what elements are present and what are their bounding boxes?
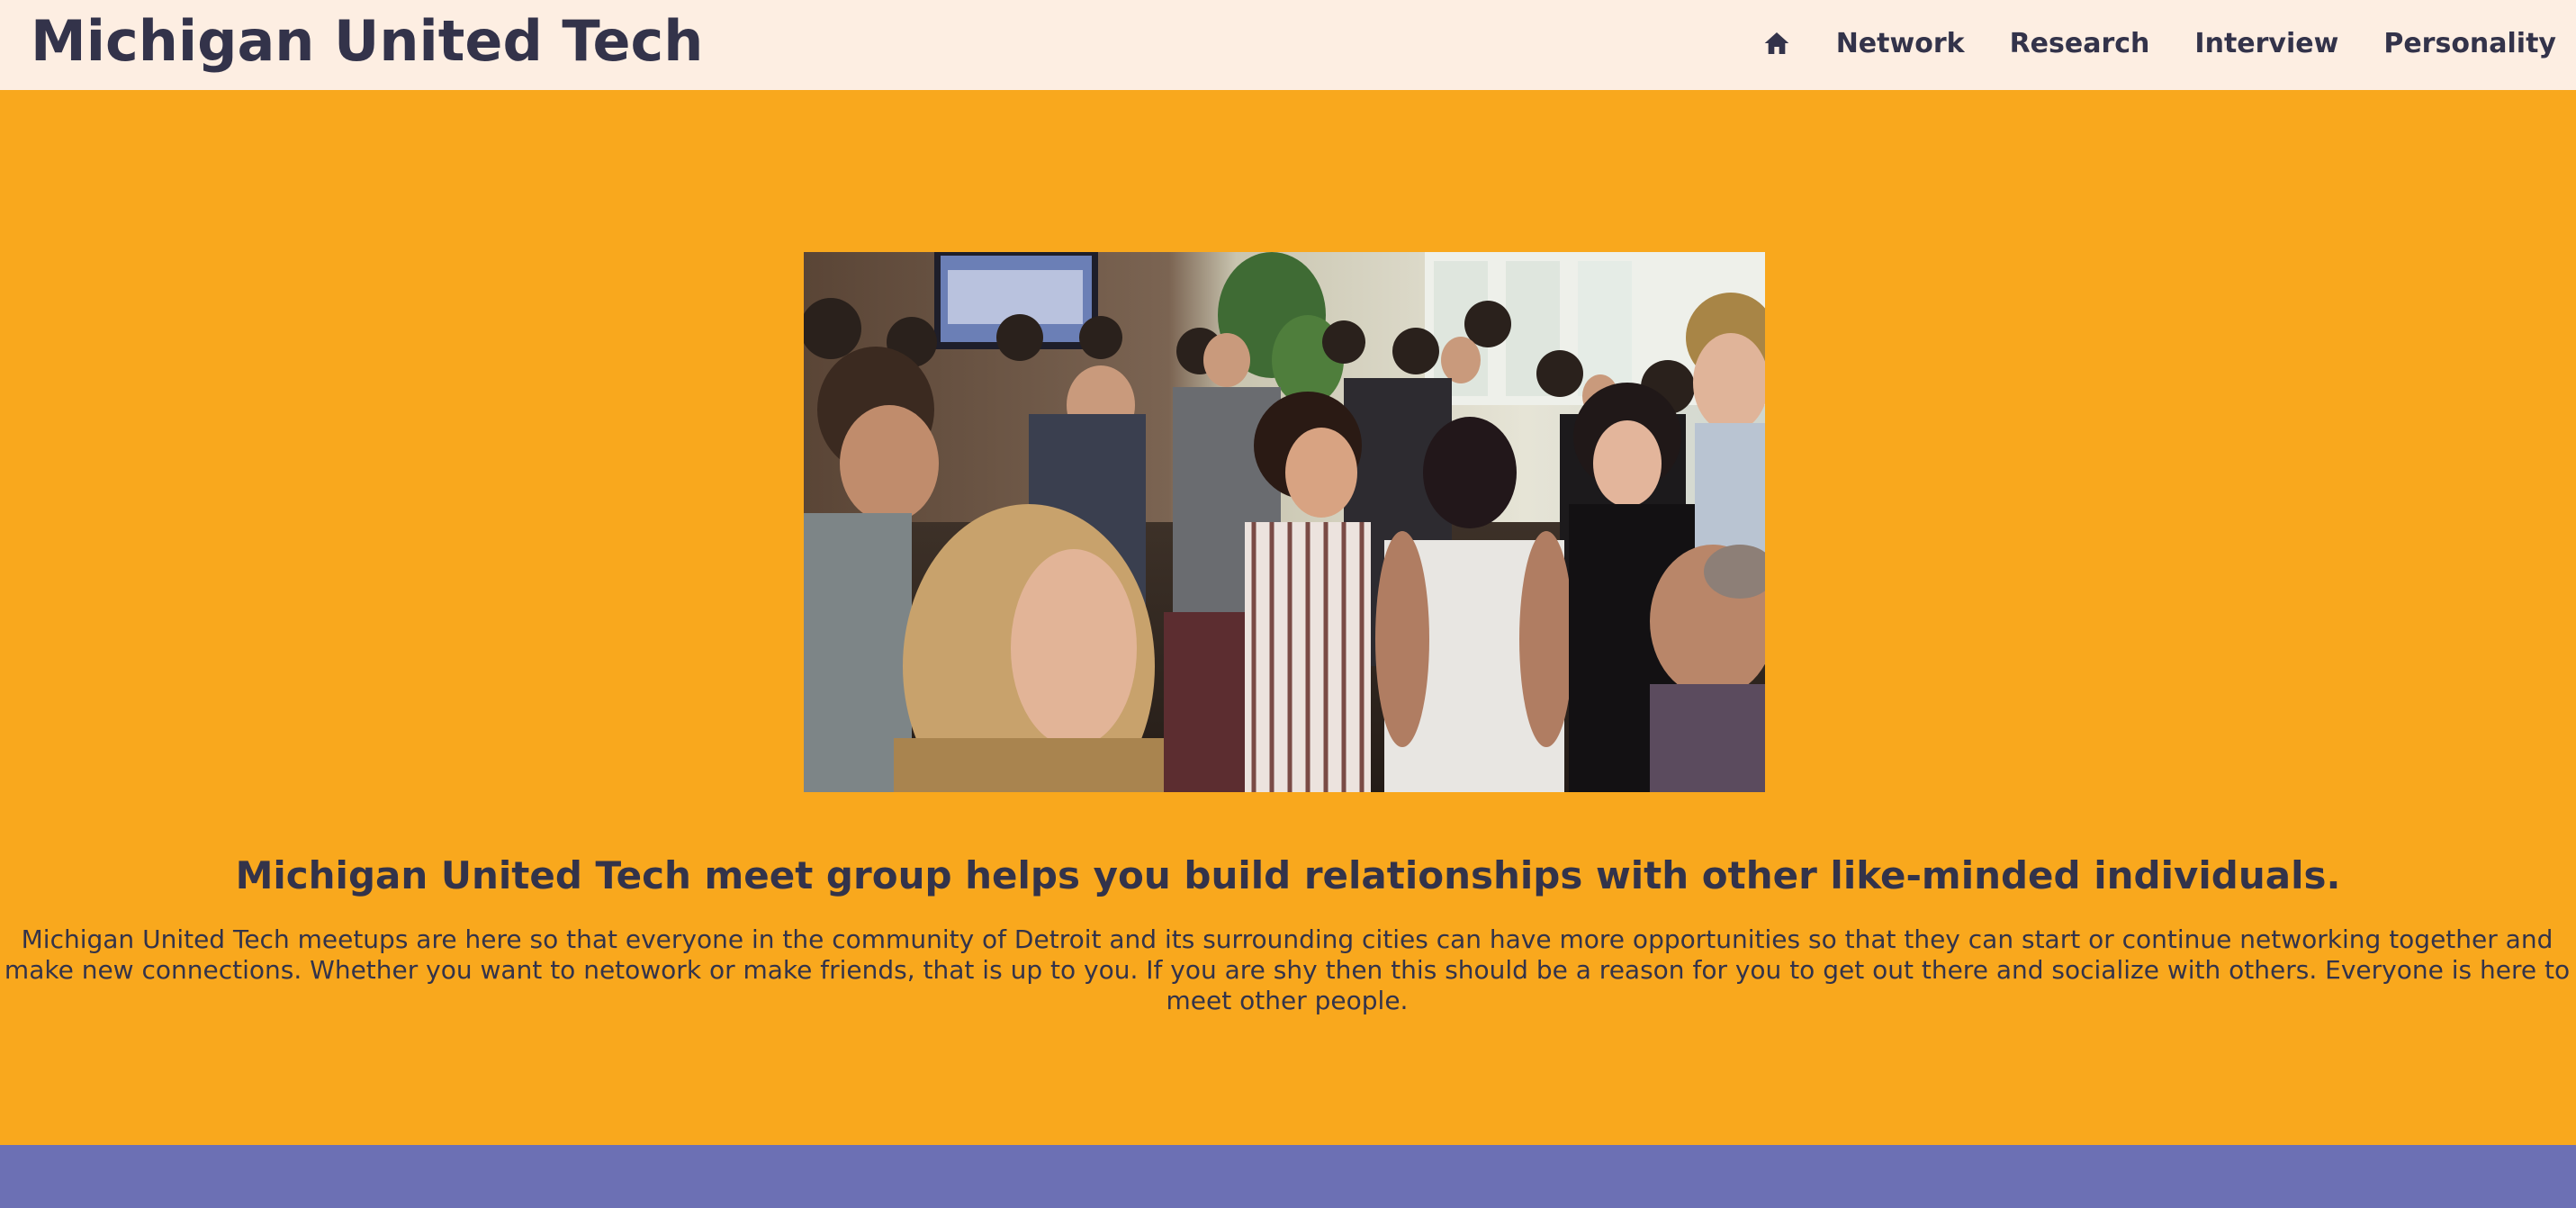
nav-link-personality[interactable]: Personality: [2383, 28, 2556, 59]
nav-link-interview[interactable]: Interview: [2194, 28, 2338, 59]
site-title[interactable]: Michigan United Tech: [31, 5, 703, 77]
footer: [0, 1145, 2576, 1208]
top-navbar: Michigan United Tech Network Research In…: [0, 0, 2576, 90]
main-nav: Network Research Interview Personality: [1762, 0, 2556, 86]
nav-link-network[interactable]: Network: [1836, 28, 1965, 59]
hero-section: Michigan United Tech meet group helps yo…: [0, 90, 2576, 1145]
hero-description: Michigan United Tech meetups are here so…: [4, 924, 2571, 1015]
networking-event-photo: [804, 252, 1765, 792]
nav-link-research[interactable]: Research: [2010, 28, 2150, 59]
home-icon: [1764, 32, 1789, 54]
hero-headline: Michigan United Tech meet group helps yo…: [235, 853, 2341, 897]
nav-home-link[interactable]: [1762, 29, 1791, 58]
